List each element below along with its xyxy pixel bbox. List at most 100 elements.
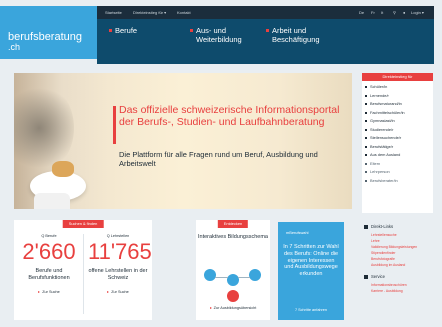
bullet-icon xyxy=(365,94,367,97)
direct-entry-item[interactable]: Berufsberater/in xyxy=(365,177,433,186)
bullet-icon xyxy=(365,179,367,182)
top-link-kontakt[interactable]: Kontakt xyxy=(177,10,191,15)
bullet-icon xyxy=(365,86,367,89)
logo-text: berufsberatung xyxy=(8,31,82,43)
stat-lehrstellen-link[interactable]: Zur Suche xyxy=(88,290,148,294)
career-choice-promo[interactable]: mBerufswahl In 7 Schritten zur Wahl des … xyxy=(278,222,344,320)
direct-entry-item[interactable]: Gymnasiast/in xyxy=(365,117,433,126)
hero-sleeve-image xyxy=(34,193,70,209)
direct-entry-item-label: Schüler/in xyxy=(370,84,388,89)
nav-item-arbeit-und-beschaeftigung[interactable]: Arbeit und Beschäftigung xyxy=(266,26,352,44)
direct-entry-item-label: Aus dem Ausland xyxy=(370,152,401,157)
list-icon xyxy=(364,224,368,229)
education-scheme-link-label: Zur Ausbildungsübersicht xyxy=(213,306,257,310)
direct-entry-item[interactable]: Berufsmaturand/in xyxy=(365,100,433,109)
service-title: Service xyxy=(371,274,385,279)
stat-berufe-label: Q Berufe xyxy=(41,234,57,238)
promo-link[interactable]: 7 Schritte anfahren xyxy=(278,308,344,312)
education-scheme-link[interactable]: Zur Ausbildungsübersicht xyxy=(196,306,270,310)
scheme-node-icon xyxy=(204,269,216,281)
direct-entry-item-label: Berufsmaturand/in xyxy=(370,101,402,106)
site-logo[interactable]: berufsberatung .ch xyxy=(0,6,97,59)
main-navigation: Berufe Aus- und Weiterbildung Arbeit und… xyxy=(97,19,434,64)
lang-fr[interactable]: Fr xyxy=(371,10,375,15)
direct-entry-item-label: Lernende/r xyxy=(370,92,389,98)
lang-it[interactable]: It xyxy=(381,10,383,15)
direct-entry-item[interactable]: Aus dem Ausland xyxy=(365,151,433,160)
scheme-person-icon xyxy=(227,290,239,302)
logo-domain: .ch xyxy=(8,42,21,52)
direct-links-section-title: Direkt-Links xyxy=(364,224,433,229)
stat-berufe: Q Berufe 2'660 Berufe und Berufsfunktion… xyxy=(19,234,79,294)
direct-entry-item[interactable]: Lehrperson xyxy=(365,168,433,177)
bullet-icon xyxy=(365,171,367,174)
hero-banner[interactable]: Das offizielle schweizerische Informatio… xyxy=(14,73,352,209)
direct-links-list: Lehrstellensuche Lehre Validierung Bildung… xyxy=(362,232,433,268)
stats-divider xyxy=(83,234,84,314)
stat-lehrstellen-link-label: Zur Suche xyxy=(111,290,129,294)
hero-headline: Das offizielle schweizerische Informatio… xyxy=(119,104,340,128)
nav-item-berufe[interactable]: Berufe xyxy=(109,26,165,35)
bullet-icon xyxy=(365,154,367,157)
education-scheme-tab: Entdecken xyxy=(217,220,249,228)
service-section-title: Service xyxy=(364,274,433,279)
direct-entry-item-label: Fachmittelschüler/in xyxy=(370,109,405,115)
lang-de[interactable]: De xyxy=(359,10,364,15)
direct-entry-item-label: Eltern xyxy=(370,160,381,166)
scheme-connector xyxy=(238,277,250,278)
direct-entry-item-label: Berufstätige/r xyxy=(370,143,394,149)
scheme-node-icon xyxy=(249,269,261,281)
direct-entry-item-label: Lehrperson xyxy=(370,169,390,174)
nav-marker-icon xyxy=(109,29,112,32)
service-links-list: Informationsbroschüren Karriere - Ausbild… xyxy=(362,282,433,294)
quick-link[interactable]: Ausbildung im Ausland xyxy=(371,262,433,268)
bullet-icon xyxy=(365,137,367,140)
bullet-icon xyxy=(365,145,367,148)
direct-entry-panel: Direkteinstieg für Schüler/in Lernende/r B… xyxy=(362,73,433,213)
stat-lehrstellen-description: offene Lehrstellen in der Schweiz xyxy=(88,268,148,281)
bullet-icon xyxy=(365,103,367,106)
top-link-startseite[interactable]: Startseite xyxy=(105,10,122,15)
stat-berufe-link[interactable]: Zur Suche xyxy=(19,290,79,294)
direct-entry-item-label: Stellensuchende/r xyxy=(370,135,402,140)
direct-entry-item[interactable]: Stellensuchende/r xyxy=(365,134,433,143)
nav-item-aus-und-weiterbildung[interactable]: Aus- und Weiterbildung xyxy=(190,26,256,44)
direct-entry-item[interactable]: Schüler/in xyxy=(365,83,433,92)
direct-entry-item[interactable]: Fachmittelschüler/in xyxy=(365,109,433,118)
quick-link[interactable]: Karriere - Ausbildung xyxy=(371,288,433,294)
direct-entry-item[interactable]: Berufstätige/r xyxy=(365,143,433,152)
direct-entry-list: Schüler/in Lernende/r Berufsmaturand/in Fac… xyxy=(362,81,433,185)
direct-entry-item[interactable]: Lernende/r xyxy=(365,92,433,101)
promo-heading: mBerufswahl xyxy=(286,230,309,235)
education-scheme-card[interactable]: Entdecken Interaktives Bildungsschema Zu… xyxy=(196,220,270,320)
list-icon xyxy=(364,274,368,279)
quick-links-panel: Direkt-Links Lehrstellensuche Lehre Validi… xyxy=(362,222,433,322)
stat-berufe-link-label: Zur Suche xyxy=(42,290,60,294)
search-icon[interactable]: ⚲ xyxy=(393,10,396,15)
nav-item-label: Berufe xyxy=(115,26,138,35)
scheme-node-icon xyxy=(227,274,239,286)
search-stats-tab: Suchen & finden xyxy=(62,220,104,228)
direct-entry-item-label: Berufsberater/in xyxy=(370,177,398,183)
direct-entry-item[interactable]: Studierende/r xyxy=(365,126,433,135)
direct-links-title: Direkt-Links xyxy=(371,224,394,229)
direct-entry-item[interactable]: Eltern xyxy=(365,160,433,169)
stat-lehrstellen-number: 11'765 xyxy=(88,239,152,264)
arrow-right-icon xyxy=(209,307,212,309)
user-icon[interactable]: ● xyxy=(403,10,405,15)
arrow-right-icon xyxy=(107,291,110,293)
nav-item-label: Arbeit und Beschäftigung xyxy=(272,26,320,44)
search-stats-card: Suchen & finden Q Berufe 2'660 Berufe un… xyxy=(14,220,152,320)
nav-marker-icon xyxy=(266,29,269,32)
promo-text: In 7 Schritten zur Wahl des Berufs: Onli… xyxy=(283,244,339,278)
bullet-icon xyxy=(365,162,367,165)
stat-lehrstellen-label: Q Lehrstellen xyxy=(106,234,130,238)
bullet-icon xyxy=(365,128,367,131)
direct-entry-title: Direkteinstieg für xyxy=(362,73,433,81)
bullet-icon xyxy=(365,111,367,114)
nav-marker-icon xyxy=(190,29,193,32)
hero-subheadline: Die Plattform für alle Fragen rund um Be… xyxy=(119,150,318,168)
login-link[interactable]: Login ▾ xyxy=(411,10,424,15)
top-link-direkteinstieg[interactable]: Direkteinstieg für ▾ xyxy=(133,10,166,15)
direct-entry-item-label: Gymnasiast/in xyxy=(370,118,395,123)
